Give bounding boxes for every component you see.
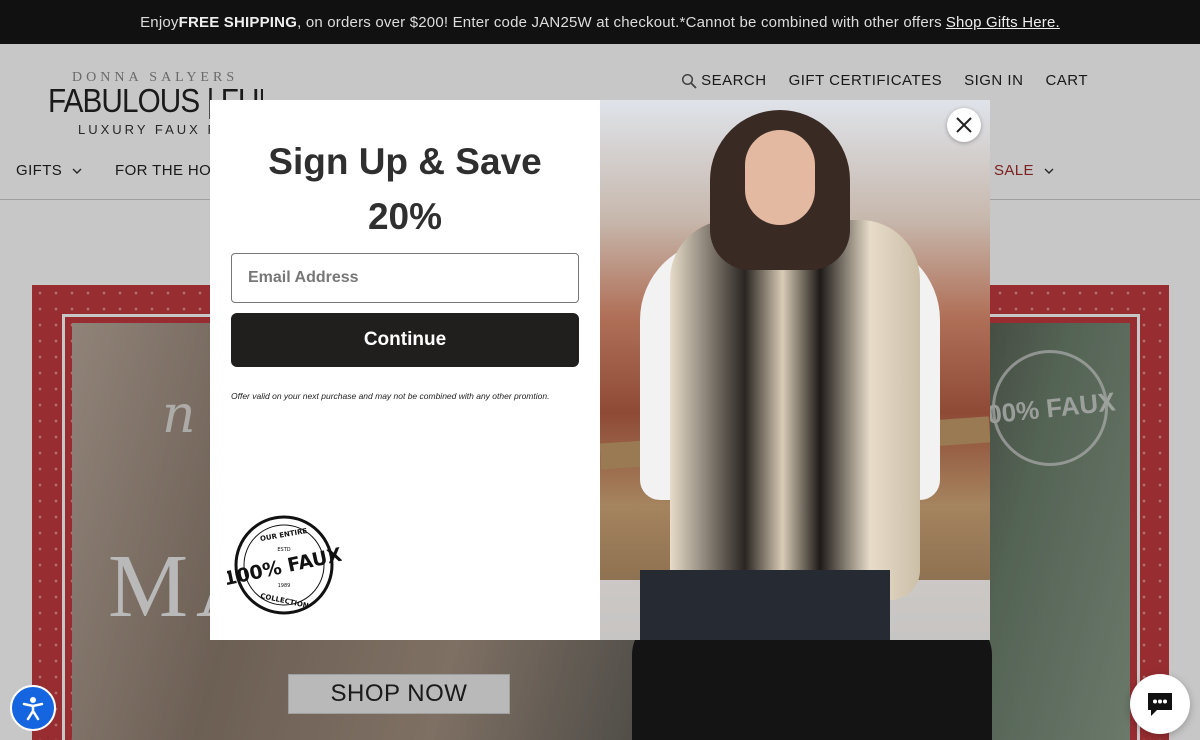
- offer-fine-print: Offer valid on your next purchase and ma…: [231, 391, 550, 401]
- photo-jeans: [640, 570, 890, 640]
- modal-title: Sign Up & Save 20%: [210, 134, 600, 244]
- modal-title-line2: 20%: [367, 196, 443, 237]
- badge-year-text: 1989: [278, 583, 291, 589]
- continue-button[interactable]: Continue: [231, 313, 579, 367]
- accessibility-icon: [22, 697, 44, 721]
- modal-model-photo: [600, 100, 990, 640]
- modal-title-line1: Sign Up & Save: [268, 141, 542, 182]
- announcement-prefix: Enjoy: [140, 13, 179, 31]
- announcement-text: , on orders over $200! Enter code JAN25W…: [297, 13, 942, 31]
- badge-bottom-text: COLLECTION: [260, 592, 310, 610]
- chat-button[interactable]: [1130, 674, 1190, 734]
- modal-form-panel: Sign Up & Save 20% Continue Offer valid …: [210, 100, 600, 640]
- accessibility-button[interactable]: [10, 685, 56, 731]
- shop-gifts-link[interactable]: Shop Gifts Here.: [946, 14, 1060, 31]
- close-icon: [956, 117, 972, 133]
- badge-estd-text: ESTD: [277, 547, 290, 553]
- photo-face: [745, 130, 815, 225]
- signup-modal: Sign Up & Save 20% Continue Offer valid …: [210, 100, 990, 640]
- modal-close-button[interactable]: [947, 108, 981, 142]
- faux-collection-badge-icon: OUR ENTIRE ESTD 100% FAUX 1989 COLLECTIO…: [227, 515, 342, 615]
- photo-faux-fur-vest: [670, 220, 920, 600]
- chat-icon: [1148, 693, 1172, 716]
- announcement-bold: FREE SHIPPING: [178, 13, 298, 31]
- announcement-bar: Enjoy FREE SHIPPING , on orders over $20…: [0, 0, 1200, 44]
- email-field[interactable]: [231, 253, 579, 303]
